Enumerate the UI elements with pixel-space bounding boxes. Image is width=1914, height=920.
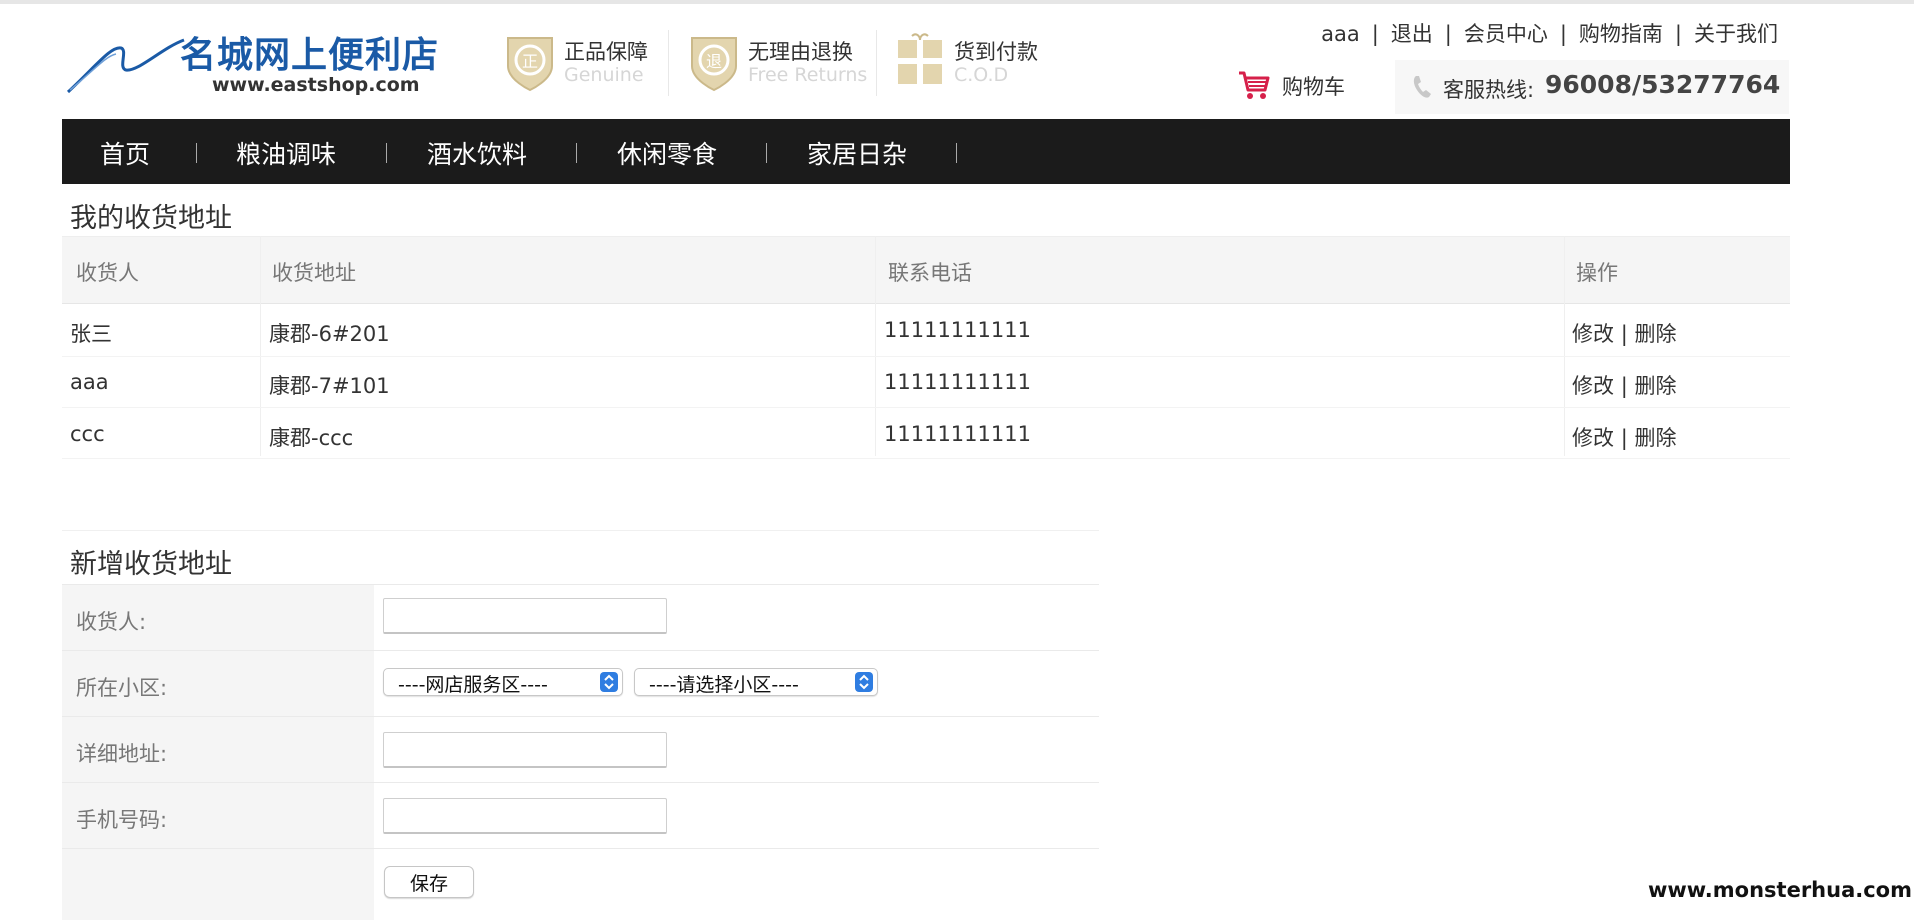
main-nav: 首页 粮油调味 酒水饮料 休闲零食 家居日杂 xyxy=(62,119,1790,184)
badge-divider xyxy=(876,30,877,96)
hotline-label: 客服热线: xyxy=(1443,78,1535,102)
detail-address-input[interactable] xyxy=(383,732,667,768)
logo-url: www.eastshop.com xyxy=(212,74,420,96)
form-row-divider xyxy=(62,716,1099,717)
nav-separator xyxy=(576,143,577,163)
link-separator: | xyxy=(1559,22,1567,46)
mobile-label: 手机号码: xyxy=(76,808,168,832)
row-phone: 11111111111 xyxy=(884,422,1031,446)
badge-free-returns-en: Free Returns xyxy=(748,64,868,86)
nav-item-grain-oil[interactable]: 粮油调味 xyxy=(236,135,336,171)
nav-separator xyxy=(386,143,387,163)
delete-link[interactable]: 删除 xyxy=(1634,426,1676,450)
row-phone: 11111111111 xyxy=(884,318,1031,342)
badge-genuine-cn: 正品保障 xyxy=(564,40,648,64)
community-select-value: ----请选择小区---- xyxy=(649,674,799,696)
user-link[interactable]: aaa xyxy=(1321,22,1360,46)
shield-tui-icon: 退 xyxy=(691,37,737,92)
top-border xyxy=(0,0,1914,4)
row-address: 康郡-6#201 xyxy=(269,322,390,346)
form-row-divider xyxy=(62,650,1099,651)
nav-item-drinks[interactable]: 酒水饮料 xyxy=(427,135,527,171)
row-address: 康郡-ccc xyxy=(269,426,354,450)
nav-item-snacks[interactable]: 休闲零食 xyxy=(617,135,717,171)
community-label: 所在小区: xyxy=(76,676,168,700)
header-actions: 操作 xyxy=(1576,261,1618,285)
community-select[interactable]: ----请选择小区---- xyxy=(634,668,878,696)
row-divider xyxy=(62,407,1790,408)
hotline-number: 96008/53277764 xyxy=(1545,70,1781,99)
action-separator: | xyxy=(1620,426,1628,450)
action-separator: | xyxy=(1620,322,1628,346)
select-arrows-icon xyxy=(600,672,618,692)
svg-text:退: 退 xyxy=(706,52,722,71)
delete-link[interactable]: 删除 xyxy=(1634,374,1676,398)
select-arrows-icon xyxy=(855,672,873,692)
detail-address-label: 详细地址: xyxy=(76,742,168,766)
hotline-box: 客服热线: 96008/53277764 xyxy=(1395,60,1789,114)
logo-swoosh-icon xyxy=(66,38,185,94)
row-actions: 修改 | 删除 xyxy=(1572,318,1676,348)
header-phone: 联系电话 xyxy=(888,261,972,285)
phone-icon xyxy=(1413,76,1431,98)
receiver-input[interactable] xyxy=(383,598,667,634)
form-row-divider xyxy=(62,782,1099,783)
gift-box-icon xyxy=(898,33,942,84)
about-us-link[interactable]: 关于我们 xyxy=(1694,22,1778,46)
shopping-cart-icon xyxy=(1239,71,1270,99)
delete-link[interactable]: 删除 xyxy=(1634,322,1676,346)
row-receiver: aaa xyxy=(70,370,109,394)
watermark: www.monsterhua.com xyxy=(1647,878,1912,902)
column-divider xyxy=(260,236,261,456)
badge-free-returns-cn: 无理由退换 xyxy=(748,40,853,64)
new-address-title: 新增收货地址 xyxy=(70,549,232,580)
nav-separator xyxy=(766,143,767,163)
member-center-link[interactable]: 会员中心 xyxy=(1464,22,1548,46)
site-logo[interactable]: 名城网上便利店 www.eastshop.com xyxy=(66,26,466,106)
row-receiver: 张三 xyxy=(70,322,112,346)
logo-title: 名城网上便利店 xyxy=(180,35,440,76)
nav-item-household[interactable]: 家居日杂 xyxy=(807,135,907,171)
header-address: 收货地址 xyxy=(272,261,356,285)
badge-cod-cn: 货到付款 xyxy=(954,40,1038,64)
receiver-label: 收货人: xyxy=(76,610,147,634)
svg-text:正: 正 xyxy=(522,52,538,71)
service-area-select-value: ----网店服务区---- xyxy=(398,674,548,696)
action-separator: | xyxy=(1620,374,1628,398)
nav-item-home[interactable]: 首页 xyxy=(100,135,150,171)
nav-separator xyxy=(956,143,957,163)
badge-divider xyxy=(668,30,669,96)
column-divider xyxy=(875,236,876,456)
shield-zheng-icon: 正 xyxy=(507,37,553,92)
mobile-input[interactable] xyxy=(383,798,667,834)
badge-cod-en: C.O.D xyxy=(954,64,1009,86)
row-divider xyxy=(62,356,1790,357)
logout-link[interactable]: 退出 xyxy=(1391,22,1433,46)
edit-link[interactable]: 修改 xyxy=(1572,374,1614,398)
row-actions: 修改 | 删除 xyxy=(1572,422,1676,452)
nav-separator xyxy=(196,143,197,163)
column-divider xyxy=(1564,236,1565,456)
save-button[interactable]: 保存 xyxy=(384,866,474,898)
cart-label: 购物车 xyxy=(1282,75,1345,99)
row-divider xyxy=(62,458,1790,459)
link-separator: | xyxy=(1371,22,1379,46)
row-address: 康郡-7#101 xyxy=(269,374,390,398)
form-row-divider xyxy=(62,848,1099,849)
header-receiver: 收货人 xyxy=(76,261,139,285)
address-list-title: 我的收货地址 xyxy=(70,203,232,234)
link-separator: | xyxy=(1444,22,1452,46)
address-table-header: 收货人 收货地址 联系电话 操作 xyxy=(62,236,1790,304)
edit-link[interactable]: 修改 xyxy=(1572,322,1614,346)
top-links: aaa | 退出 | 会员中心 | 购物指南 | 关于我们 xyxy=(1321,18,1778,48)
row-receiver: ccc xyxy=(70,422,105,446)
shopping-guide-link[interactable]: 购物指南 xyxy=(1579,22,1663,46)
row-phone: 11111111111 xyxy=(884,370,1031,394)
edit-link[interactable]: 修改 xyxy=(1572,426,1614,450)
service-area-select[interactable]: ----网店服务区---- xyxy=(383,668,623,696)
form-row-divider xyxy=(62,584,1099,585)
link-separator: | xyxy=(1674,22,1682,46)
row-actions: 修改 | 删除 xyxy=(1572,370,1676,400)
badge-genuine-en: Genuine xyxy=(564,64,644,86)
